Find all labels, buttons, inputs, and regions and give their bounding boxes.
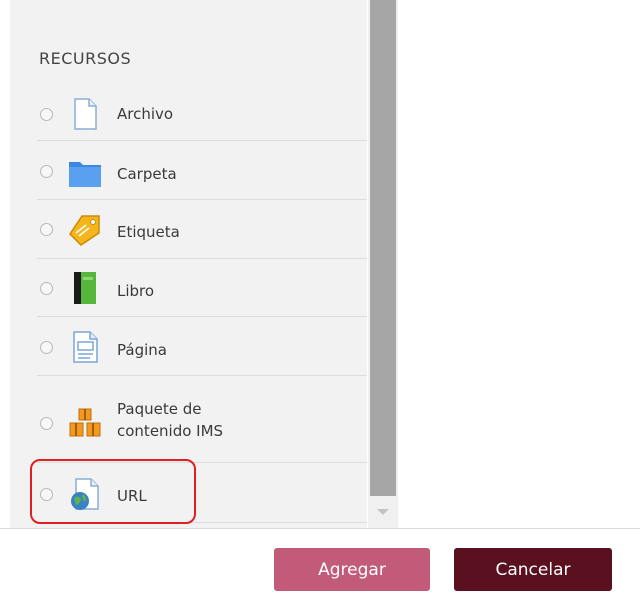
list-item-archivo[interactable]: Archivo [10, 87, 367, 141]
list-item-carpeta[interactable]: Carpeta [10, 141, 367, 200]
radio-pagina[interactable] [40, 341, 53, 354]
item-label: Paquete de contenido IMS [117, 400, 224, 440]
radio-libro[interactable] [40, 282, 53, 295]
book-icon [68, 271, 102, 305]
resources-list-panel: RECURSOS Archivo Carpeta Etiqueta Libro … [10, 0, 367, 528]
add-button[interactable]: Agregar [274, 548, 430, 591]
add-activity-dialog: RECURSOS Archivo Carpeta Etiqueta Libro … [0, 0, 640, 609]
file-icon [68, 97, 102, 131]
list-item-paquete-ims[interactable]: Paquete de contenido IMS [10, 376, 367, 463]
package-icon [68, 406, 102, 440]
item-label: Archivo [117, 105, 174, 123]
tag-icon [68, 213, 102, 247]
vertical-scrollbar[interactable] [368, 0, 398, 528]
dialog-footer: Agregar Cancelar [0, 528, 640, 609]
radio-paquete-ims[interactable] [40, 417, 53, 430]
list-item-libro[interactable]: Libro [10, 259, 367, 317]
item-label: Página [117, 341, 167, 359]
radio-carpeta[interactable] [40, 165, 53, 178]
radio-etiqueta[interactable] [40, 223, 53, 236]
scrollbar-thumb[interactable] [370, 0, 396, 496]
folder-icon [68, 155, 102, 189]
scroll-down-arrow-icon[interactable] [377, 509, 389, 515]
item-label: Libro [117, 282, 155, 300]
item-label: Carpeta [117, 165, 177, 183]
list-item-etiqueta[interactable]: Etiqueta [10, 200, 367, 259]
list-item-pagina[interactable]: Página [10, 317, 367, 376]
section-title: RECURSOS [39, 49, 132, 68]
url-highlight-box [30, 459, 196, 524]
cancel-button[interactable]: Cancelar [454, 548, 612, 591]
item-label: Etiqueta [117, 223, 180, 241]
radio-archivo[interactable] [40, 108, 53, 121]
page-icon [68, 330, 102, 364]
